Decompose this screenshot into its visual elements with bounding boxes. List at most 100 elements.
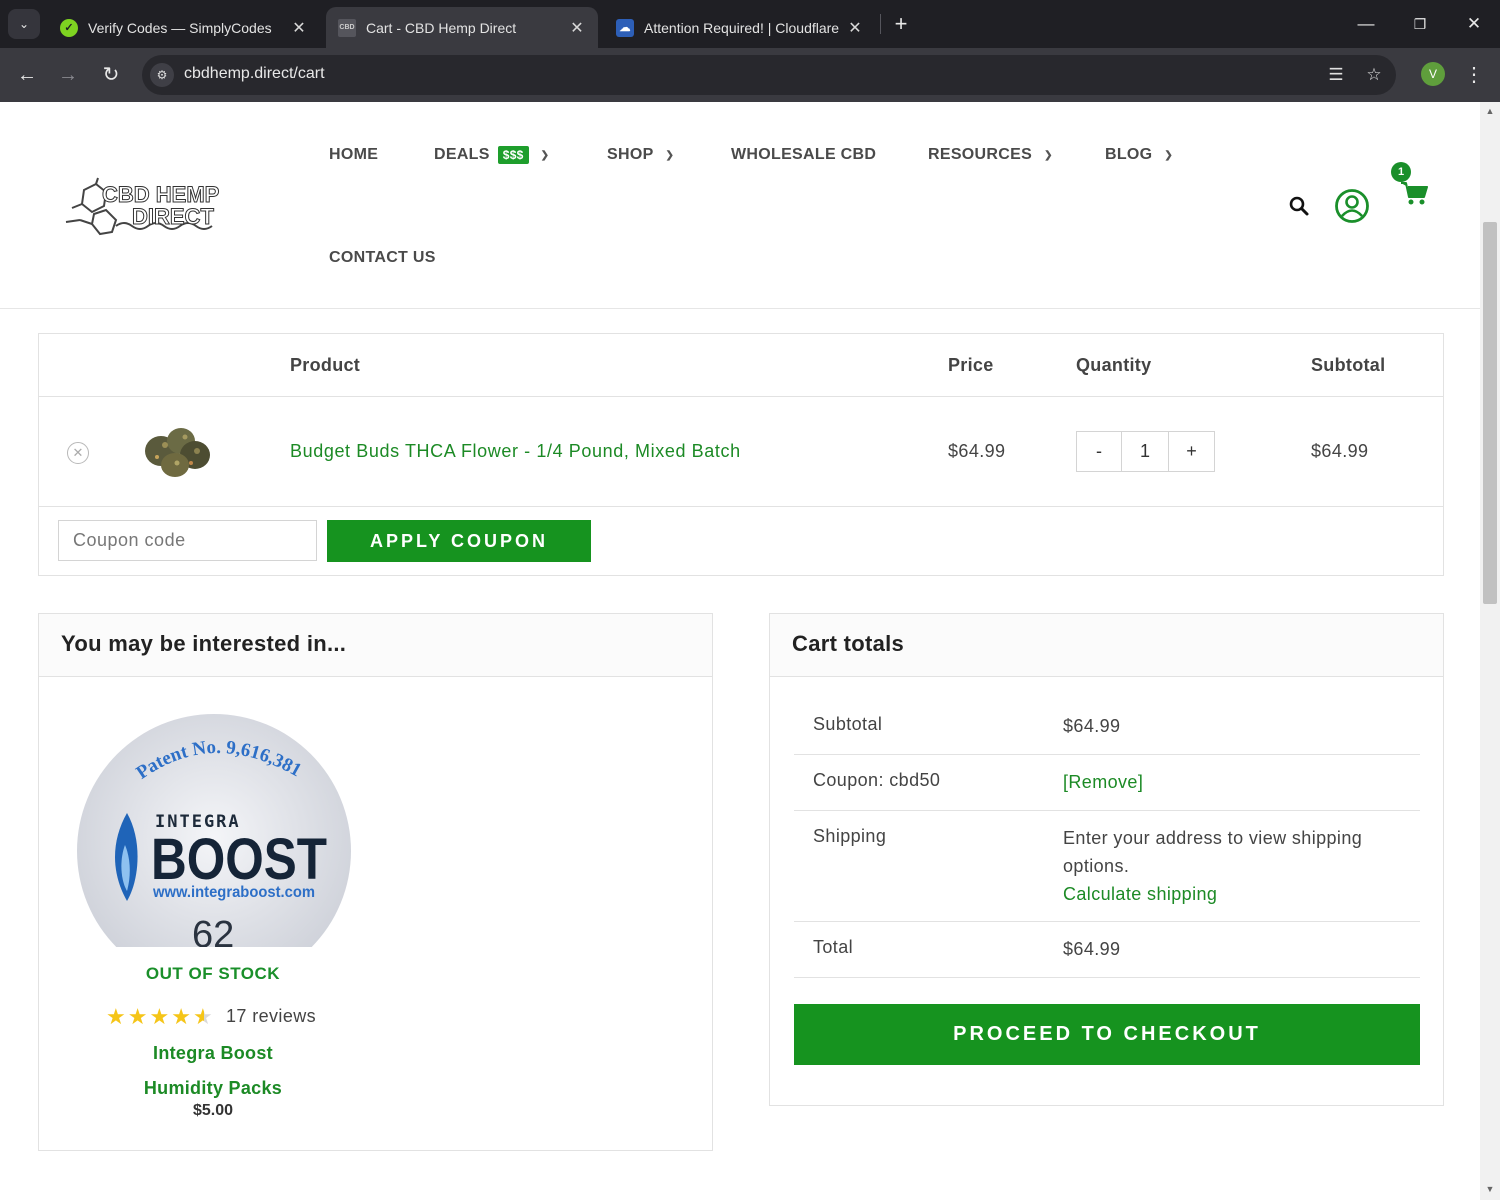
tab-cloudflare[interactable]: ☁ Attention Required! | Cloudflare ✕ xyxy=(604,7,876,48)
subtotal-label: Subtotal xyxy=(813,714,883,734)
tab-separator xyxy=(880,14,881,34)
coupon-code-input[interactable]: Coupon code xyxy=(58,520,317,561)
nav-resources[interactable]: RESOURCES ❯ xyxy=(928,146,1053,164)
website-text: www.integraboost.com xyxy=(152,884,315,901)
remove-item-icon[interactable]: ✕ xyxy=(67,442,89,464)
product-thumbnail[interactable] xyxy=(135,419,219,483)
quantity-decrease-button[interactable]: - xyxy=(1077,432,1122,471)
nav-label: DEALS xyxy=(434,146,490,163)
tab-title: Verify Codes — SimplyCodes xyxy=(88,19,272,36)
profile-avatar[interactable]: V xyxy=(1421,62,1445,86)
cbd-favicon-icon: CBD xyxy=(338,18,356,37)
header-price: Price xyxy=(948,355,994,375)
cart-totals-header: Cart totals xyxy=(770,614,1443,677)
star-full-icon: ★ xyxy=(171,1004,191,1029)
deals-badge: $$$ xyxy=(497,146,529,164)
coupon-label: Coupon: cbd50 xyxy=(813,770,941,790)
totals-row-subtotal: Subtotal $64.99 xyxy=(794,700,1420,755)
product-name-link[interactable]: Budget Buds THCA Flower - 1/4 Pound, Mix… xyxy=(290,441,741,462)
browser-toolbar: ← → ↻ ⚙ cbdhemp.direct/cart ☰ ☆ V ⋮ xyxy=(0,48,1500,102)
new-tab-plus-icon[interactable]: + xyxy=(890,10,912,38)
calculate-shipping-link[interactable]: Calculate shipping xyxy=(1063,880,1217,908)
item-price: $64.99 xyxy=(948,441,1006,461)
header-product: Product xyxy=(290,355,361,375)
logo-text-line2: DIRECT xyxy=(132,204,214,229)
review-count-link[interactable]: 17 reviews xyxy=(226,1006,316,1027)
window-close-icon[interactable]: ✕ xyxy=(1456,8,1492,40)
nav-label: BLOG xyxy=(1105,146,1153,163)
nav-home[interactable]: HOME xyxy=(329,146,378,164)
cart-table: Product Price Quantity Subtotal ✕ Budget… xyxy=(38,333,1444,576)
scroll-down-arrow-icon[interactable]: ▼ xyxy=(1484,1184,1496,1194)
total-value: $64.99 xyxy=(1063,939,1121,959)
tab-cart[interactable]: CBD Cart - CBD Hemp Direct ✕ xyxy=(326,7,598,48)
bookmark-star-icon[interactable]: ☆ xyxy=(1362,63,1386,87)
forward-arrow-icon[interactable]: → xyxy=(53,60,83,90)
site-settings-icon[interactable]: ⚙ xyxy=(150,63,174,87)
cross-sell-product-name[interactable]: Integra Boost Humidity Packs xyxy=(39,1036,387,1106)
totals-row-total: Total $64.99 xyxy=(794,922,1420,978)
cart-item-row: ✕ Budget Buds THCA Flower - 1/4 Pound, M… xyxy=(39,397,1443,507)
brand-main-text: BOOST xyxy=(151,827,327,892)
cart-count-badge: 1 xyxy=(1391,162,1411,182)
remove-coupon-link[interactable]: [Remove] xyxy=(1063,768,1143,796)
chevron-down-icon: ❯ xyxy=(1044,149,1053,161)
site-header: CBD HEMP DIRECT HOME DEALS $$$ ❯ SHOP ❯ … xyxy=(0,102,1480,309)
nav-label: CONTACT US xyxy=(329,249,436,266)
integra-boost-image[interactable]: Patent No. 9,616,381 INTEGRA BOOST www.i… xyxy=(77,713,351,947)
browser-menu-icon[interactable]: ⋮ xyxy=(1462,60,1486,90)
reload-icon[interactable]: ↻ xyxy=(96,60,126,90)
tab-simplycodes[interactable]: ✓ Verify Codes — SimplyCodes ✕ xyxy=(48,7,320,48)
cart-table-header: Product Price Quantity Subtotal xyxy=(39,334,1443,397)
nav-label: WHOLESALE CBD xyxy=(731,146,877,163)
shipping-label: Shipping xyxy=(813,826,887,846)
url-text[interactable]: cbdhemp.direct/cart xyxy=(184,65,325,83)
star-full-icon: ★ xyxy=(127,1004,148,1029)
cannabinoid-molecule-icon: CBD HEMP DIRECT xyxy=(65,177,220,236)
chevron-down-icon: ❯ xyxy=(665,149,675,161)
address-bar[interactable]: ⚙ cbdhemp.direct/cart ☰ ☆ xyxy=(142,55,1396,95)
stock-status: OUT OF STOCK xyxy=(145,964,281,983)
totals-row-shipping: Shipping Enter your address to view ship… xyxy=(794,811,1420,922)
tab-search-chevron-icon[interactable]: ⌄ xyxy=(8,9,40,39)
translate-icon[interactable]: ☰ xyxy=(1324,63,1348,87)
quantity-stepper[interactable]: - 1 + xyxy=(1076,431,1215,472)
quantity-increase-button[interactable]: + xyxy=(1169,432,1214,471)
header-quantity: Quantity xyxy=(1076,355,1152,375)
cart-totals-title: Cart totals xyxy=(792,631,905,656)
browser-tab-bar: ⌄ ✓ Verify Codes — SimplyCodes ✕ CBD Car… xyxy=(0,0,1500,48)
apply-coupon-button[interactable]: APPLY COUPON xyxy=(327,520,591,562)
shipping-text: Enter your address to view shipping opti… xyxy=(1063,828,1363,876)
cloudflare-favicon-icon: ☁ xyxy=(616,18,634,37)
minimize-icon[interactable]: — xyxy=(1348,8,1384,40)
cross-sell-product-price: $5.00 xyxy=(192,1102,234,1119)
simplycodes-favicon-icon: ✓ xyxy=(60,18,78,37)
cart-totals-panel: Cart totals Subtotal $64.99 Coupon: cbd5… xyxy=(769,613,1444,1106)
proceed-to-checkout-button[interactable]: PROCEED TO CHECKOUT xyxy=(794,1004,1420,1065)
restore-icon[interactable]: ❐ xyxy=(1402,8,1438,40)
cross-sell-header: You may be interested in... xyxy=(39,614,712,677)
quantity-input[interactable]: 1 xyxy=(1122,432,1169,471)
cross-sell-panel: You may be interested in... Patent No. 9… xyxy=(38,613,713,1151)
nav-deals[interactable]: DEALS $$$ ❯ xyxy=(434,146,549,164)
back-arrow-icon[interactable]: ← xyxy=(12,60,42,90)
cart-icon[interactable] xyxy=(1400,180,1428,211)
nav-label: SHOP xyxy=(607,146,654,163)
account-icon[interactable] xyxy=(1334,188,1370,229)
nav-wholesale[interactable]: WHOLESALE CBD xyxy=(731,146,876,164)
search-icon[interactable] xyxy=(1288,195,1310,222)
scroll-up-arrow-icon[interactable]: ▲ xyxy=(1484,106,1496,116)
totals-row-coupon: Coupon: cbd50 [Remove] xyxy=(794,755,1420,811)
chevron-down-icon: ❯ xyxy=(1164,149,1174,161)
nav-blog[interactable]: BLOG ❯ xyxy=(1105,146,1173,164)
tab-close-icon[interactable]: ✕ xyxy=(290,18,308,38)
tab-title: Attention Required! | Cloudflare xyxy=(644,19,840,36)
tab-title: Cart - CBD Hemp Direct xyxy=(366,19,517,36)
nav-contact[interactable]: CONTACT US xyxy=(329,249,436,267)
nav-shop[interactable]: SHOP ❯ xyxy=(607,146,674,164)
tab-close-icon[interactable]: ✕ xyxy=(846,18,864,38)
tab-close-icon[interactable]: ✕ xyxy=(568,18,586,38)
scrollbar-thumb[interactable] xyxy=(1483,222,1497,604)
site-logo[interactable]: CBD HEMP DIRECT xyxy=(62,174,222,240)
star-full-icon: ★ xyxy=(106,1004,126,1029)
